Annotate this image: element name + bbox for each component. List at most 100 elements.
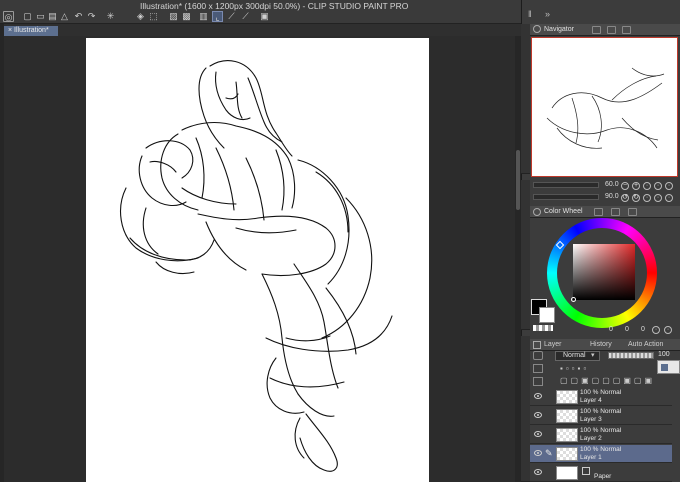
layer-mode: 100 % Normal <box>580 389 622 396</box>
layer-name: Layer 4 <box>580 397 602 404</box>
tab-label: Illustration* <box>14 27 49 34</box>
opacity-value: 100 <box>658 351 670 358</box>
fit-navigator-icon[interactable]: · <box>665 182 673 190</box>
color-history-tab-icon[interactable] <box>628 208 637 216</box>
tooltip-popup <box>657 360 680 374</box>
layer-actions-row[interactable]: ▢▢▣▢▢▢▣▢▣ <box>560 376 655 385</box>
opacity-slider[interactable] <box>608 352 654 359</box>
saturation-value: 0 <box>625 326 629 333</box>
rotation-slider[interactable] <box>533 194 599 200</box>
panel-side-tab[interactable] <box>521 24 530 174</box>
canvas-paper[interactable] <box>86 38 429 482</box>
clear-icon[interactable]: ▨ <box>168 11 179 22</box>
new-file-icon[interactable]: ▢ <box>22 11 33 22</box>
layer-thumbnail <box>556 409 578 423</box>
visibility-eye-icon[interactable] <box>534 393 542 399</box>
layer-row[interactable]: 100 % Normal Layer 3 <box>530 407 672 425</box>
clear-outside-icon[interactable]: ▩ <box>181 11 192 22</box>
snap-ruler-icon[interactable]: ⌞ <box>212 11 223 22</box>
rotate-left-icon[interactable]: ↺ <box>621 194 629 202</box>
undo-icon[interactable]: ↶ <box>73 11 84 22</box>
layer-settings-icon[interactable] <box>533 377 543 386</box>
collapse-panel-icon[interactable]: ‖ <box>528 9 532 19</box>
color-picker-marker[interactable] <box>571 297 576 302</box>
layer-name: Layer 1 <box>580 454 602 461</box>
paper-layer-icon <box>582 467 590 475</box>
tab-illustration[interactable]: × Illustration* <box>4 26 58 36</box>
subview-tab-icon[interactable] <box>592 26 601 34</box>
sub-color-swatch[interactable] <box>539 307 555 323</box>
navigator-icon <box>533 25 541 33</box>
layer-thumbnail <box>556 390 578 404</box>
saturation-value-square[interactable] <box>573 244 635 300</box>
snap-special-ruler-icon[interactable]: ⟋ <box>226 11 237 22</box>
export-icon[interactable]: △ <box>59 11 70 22</box>
hue-value: 0 <box>609 326 613 333</box>
fill-selection-icon[interactable]: ▥ <box>198 11 209 22</box>
layer-color-icon <box>661 364 668 371</box>
layer-row[interactable]: 100 % Normal Layer 4 <box>530 388 672 406</box>
zoom-out-icon[interactable]: − <box>621 182 629 190</box>
zoom-in-icon[interactable]: + <box>632 182 640 190</box>
layer-property-icon[interactable] <box>533 351 543 360</box>
snap-grid-icon[interactable]: ⟋ <box>240 11 251 22</box>
actual-size-icon[interactable]: · <box>643 182 651 190</box>
flip-vertical-icon[interactable]: · <box>665 194 673 202</box>
info-tab-icon[interactable] <box>607 26 616 34</box>
color-wheel-title: Color Wheel <box>544 208 583 215</box>
layer-row[interactable]: Paper <box>530 464 672 482</box>
rotation-value: 90.0 <box>605 193 619 200</box>
brightness-value: 0 <box>641 326 645 333</box>
visibility-eye-icon[interactable] <box>534 412 542 418</box>
navigator-thumbnail <box>546 67 665 149</box>
layer-thumbnail <box>556 428 578 442</box>
panel-side-tab-2[interactable] <box>521 180 530 330</box>
navigator-preview[interactable] <box>531 37 678 177</box>
material-icon[interactable]: ▣ <box>259 11 270 22</box>
zoom-slider[interactable] <box>533 182 599 188</box>
item-bank-tab-icon[interactable] <box>622 26 631 34</box>
layer-panel-icon <box>533 341 541 349</box>
layer-tools-row[interactable]: ▪▫▫▪▫ <box>560 364 589 373</box>
navigator-title: Navigator <box>544 26 574 33</box>
paper-thumbnail <box>556 466 578 480</box>
tab-auto-action[interactable]: Auto Action <box>628 340 663 350</box>
reset-rotation-icon[interactable]: · <box>643 194 651 202</box>
expand-panel-icon[interactable]: » <box>545 9 550 19</box>
sketch-drawing <box>120 60 393 472</box>
tab-layer[interactable]: Layer <box>544 340 562 350</box>
rotate-right-icon[interactable]: ↻ <box>632 194 640 202</box>
color-mode-icon[interactable]: · <box>652 326 660 334</box>
open-folder-icon[interactable]: ▭ <box>35 11 46 22</box>
color-slider-tab-icon[interactable] <box>594 208 603 216</box>
transform-icon[interactable]: ⬚ <box>148 11 159 22</box>
lock-panel-icon[interactable] <box>533 364 543 373</box>
flip-horizontal-icon[interactable]: · <box>654 194 662 202</box>
edit-pen-icon: ✎ <box>545 448 553 458</box>
layer-mode: 100 % Normal <box>580 408 622 415</box>
fit-screen-icon[interactable]: · <box>654 182 662 190</box>
canvas-scrollbar-thumb[interactable] <box>516 150 520 210</box>
visibility-eye-icon[interactable] <box>534 469 542 475</box>
visibility-eye-icon[interactable] <box>534 431 542 437</box>
zoom-value: 60.0 <box>605 181 619 188</box>
save-icon[interactable]: ▤ <box>47 11 58 22</box>
clip-studio-icon[interactable]: ◎ <box>3 11 14 22</box>
fill-icon[interactable]: ◈ <box>135 11 146 22</box>
layer-thumbnail <box>556 447 578 461</box>
color-set-tab-icon[interactable] <box>611 208 620 216</box>
layer-name: Layer 2 <box>580 435 602 442</box>
color-wheel-icon <box>533 208 541 216</box>
panel-side-tab-3[interactable] <box>521 336 530 482</box>
dropdown-chevron-icon[interactable]: ▾ <box>591 351 595 359</box>
layer-row[interactable]: 100 % Normal Layer 2 <box>530 426 672 444</box>
color-space-icon[interactable]: · <box>664 326 672 334</box>
loading-icon[interactable]: ✳ <box>105 11 116 22</box>
visibility-eye-icon[interactable] <box>534 450 542 456</box>
layer-mode: 100 % Normal <box>580 427 622 434</box>
redo-icon[interactable]: ↷ <box>86 11 97 22</box>
transparent-color-swatch[interactable] <box>533 325 553 331</box>
tab-history[interactable]: History <box>590 340 612 350</box>
layer-name: Layer 3 <box>580 416 602 423</box>
layer-row-active[interactable]: ✎ 100 % Normal Layer 1 <box>530 445 672 463</box>
